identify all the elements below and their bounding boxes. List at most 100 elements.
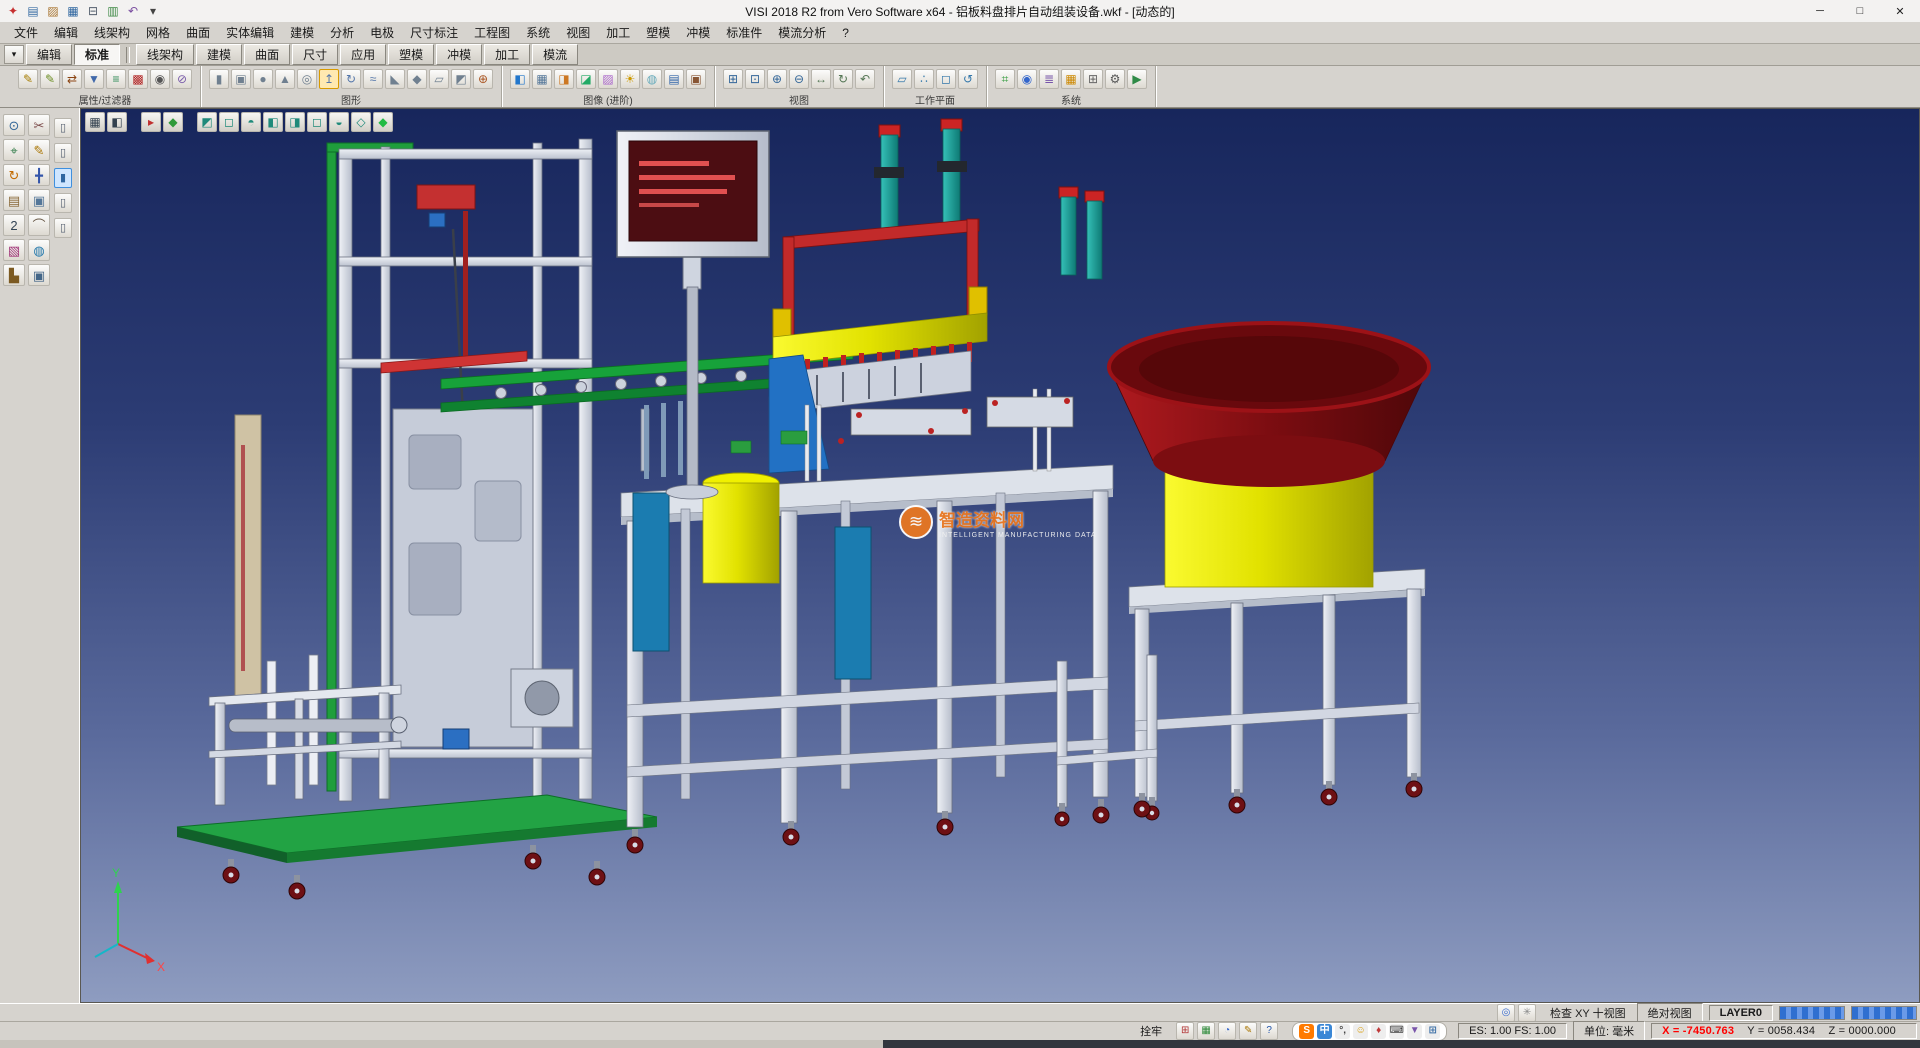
menu-item-9[interactable]: 尺寸标注: [402, 22, 466, 43]
save-icon[interactable]: ▦: [64, 2, 82, 20]
zoom-out-icon[interactable]: ⊖: [789, 69, 809, 89]
workplane-reset-icon[interactable]: ↺: [958, 69, 978, 89]
boolean-icon[interactable]: ⊕: [473, 69, 493, 89]
units-indicator[interactable]: 单位: 毫米: [1573, 1021, 1645, 1041]
hatch-icon[interactable]: ▧: [3, 239, 25, 261]
active-layer-indicator[interactable]: LAYER0: [1709, 1005, 1773, 1021]
materials-icon[interactable]: ◪: [576, 69, 596, 89]
background-icon[interactable]: ▤: [664, 69, 684, 89]
iso-view-icon[interactable]: ◩: [197, 112, 217, 132]
menu-item-8[interactable]: 电极: [362, 22, 402, 43]
copy-view-icon[interactable]: ▣: [28, 264, 50, 286]
help-icon[interactable]: ?: [1260, 1022, 1278, 1040]
menu-item-16[interactable]: 标准件: [718, 22, 770, 43]
menu-item-17[interactable]: 模流分析: [770, 22, 834, 43]
prism-icon[interactable]: ◆: [407, 69, 427, 89]
zoom-dynamic-icon[interactable]: ⊙: [3, 114, 25, 136]
open-file-icon[interactable]: ▨: [44, 2, 62, 20]
pan-view-icon[interactable]: ↔: [811, 69, 831, 89]
plane-icon[interactable]: ▱: [429, 69, 449, 89]
clipboard-mid-icon[interactable]: ▯: [54, 143, 72, 163]
previous-view-icon[interactable]: ↶: [855, 69, 875, 89]
menu-item-2[interactable]: 线架构: [86, 22, 138, 43]
rotate-view-icon[interactable]: ↻: [833, 69, 853, 89]
top-view-icon[interactable]: ◓: [241, 112, 261, 132]
snapshot-icon[interactable]: ▣: [686, 69, 706, 89]
menu-item-11[interactable]: 系统: [518, 22, 558, 43]
tab-10[interactable]: 模流: [532, 44, 578, 65]
snap-grid-icon[interactable]: ⊞: [1176, 1022, 1194, 1040]
selection-mask-icon[interactable]: ⊘: [172, 69, 192, 89]
dim-2d-icon[interactable]: 2: [3, 214, 25, 236]
element-filter-icon[interactable]: ▼: [84, 69, 104, 89]
new-file-icon[interactable]: ▤: [24, 2, 42, 20]
translate-icon[interactable]: ╋: [28, 164, 50, 186]
check-view-label[interactable]: 检查 XY 十视图: [1542, 1005, 1634, 1021]
workplane-icon[interactable]: ▱: [892, 69, 912, 89]
menu-item-3[interactable]: 网格: [138, 22, 178, 43]
render-mode-icon[interactable]: ◧: [107, 112, 127, 132]
workplane-3points-icon[interactable]: ∴: [914, 69, 934, 89]
minimize-button[interactable]: ─: [1800, 0, 1840, 22]
stamp-icon[interactable]: ▣: [28, 189, 50, 211]
zoom-in-icon[interactable]: ⊕: [767, 69, 787, 89]
right-view-icon[interactable]: ◧: [263, 112, 283, 132]
machine-3d-model[interactable]: Y X: [81, 109, 1920, 1003]
zoom-all-icon[interactable]: ⊡: [745, 69, 765, 89]
layer-filter-icon[interactable]: ≡: [106, 69, 126, 89]
ime-toolbox-icon[interactable]: ⊞: [1425, 1024, 1440, 1039]
close-button[interactable]: ✕: [1880, 0, 1920, 22]
snap-lock-label[interactable]: 拴牢: [1132, 1023, 1170, 1039]
visibility-filter-icon[interactable]: ◉: [150, 69, 170, 89]
dynamic-view-icon[interactable]: ◆: [373, 112, 393, 132]
snap-settings-icon[interactable]: ◉: [1017, 69, 1037, 89]
cone-icon[interactable]: ▲: [275, 69, 295, 89]
ime-voice-icon[interactable]: ♦: [1371, 1024, 1386, 1039]
torus-icon[interactable]: ◎: [297, 69, 317, 89]
render-icon[interactable]: ◨: [554, 69, 574, 89]
options-icon[interactable]: ⚙: [1105, 69, 1125, 89]
menu-item-6[interactable]: 建模: [282, 22, 322, 43]
clipboard-active-icon[interactable]: ▮: [54, 168, 72, 188]
viewport-layout-icon[interactable]: ▦: [85, 112, 105, 132]
tab-9[interactable]: 加工: [484, 44, 530, 65]
maximize-button[interactable]: □: [1840, 0, 1880, 22]
clipboard-top-icon[interactable]: ▯: [54, 118, 72, 138]
edit-attributes-icon[interactable]: ✎: [18, 69, 38, 89]
view-mode-indicator[interactable]: 绝对视图: [1637, 1003, 1703, 1023]
globe-icon[interactable]: ◍: [28, 239, 50, 261]
macro-icon[interactable]: ▶: [1127, 69, 1147, 89]
sweep-icon[interactable]: ≈: [363, 69, 383, 89]
arc-tools-icon[interactable]: ⌒: [28, 214, 50, 236]
tab-8[interactable]: 冲模: [436, 44, 482, 65]
edit-entity-icon[interactable]: ✎: [28, 139, 50, 161]
document-icon[interactable]: ▤: [3, 189, 25, 211]
back-view-icon[interactable]: ◻: [307, 112, 327, 132]
sphere-icon[interactable]: ●: [253, 69, 273, 89]
color-filter-icon[interactable]: ▩: [128, 69, 148, 89]
workplane-indicator-icon[interactable]: ◆: [163, 112, 183, 132]
ime-keyboard-icon[interactable]: ⌨: [1389, 1024, 1404, 1039]
menu-item-1[interactable]: 编辑: [46, 22, 86, 43]
left-view-icon[interactable]: ◨: [285, 112, 305, 132]
clipboard-bottom-icon[interactable]: ▯: [54, 218, 72, 238]
print-icon[interactable]: ⊟: [84, 2, 102, 20]
tab-4[interactable]: 曲面: [244, 44, 290, 65]
plane-indicator-icon[interactable]: ▦: [1197, 1022, 1215, 1040]
grid-icon[interactable]: ⌗: [995, 69, 1015, 89]
workplane-view-icon[interactable]: ◻: [936, 69, 956, 89]
ime-emoji-icon[interactable]: ☺: [1353, 1024, 1368, 1039]
dynamic-rotate-icon[interactable]: ↻: [3, 164, 25, 186]
menu-item-7[interactable]: 分析: [322, 22, 362, 43]
shaded-view-icon[interactable]: ◧: [510, 69, 530, 89]
menu-item-10[interactable]: 工程图: [466, 22, 518, 43]
undo-icon[interactable]: ↶: [124, 2, 142, 20]
pen-icon[interactable]: ✎: [1239, 1022, 1257, 1040]
axono-view-icon[interactable]: ◇: [351, 112, 371, 132]
qat-dropdown-icon[interactable]: ▾: [144, 2, 162, 20]
trim-scissors-icon[interactable]: ✂: [28, 114, 50, 136]
transparency-icon[interactable]: ◍: [642, 69, 662, 89]
menu-item-4[interactable]: 曲面: [178, 22, 218, 43]
chart-icon[interactable]: ▙: [3, 264, 25, 286]
snap-target-icon[interactable]: ⌖: [3, 139, 25, 161]
